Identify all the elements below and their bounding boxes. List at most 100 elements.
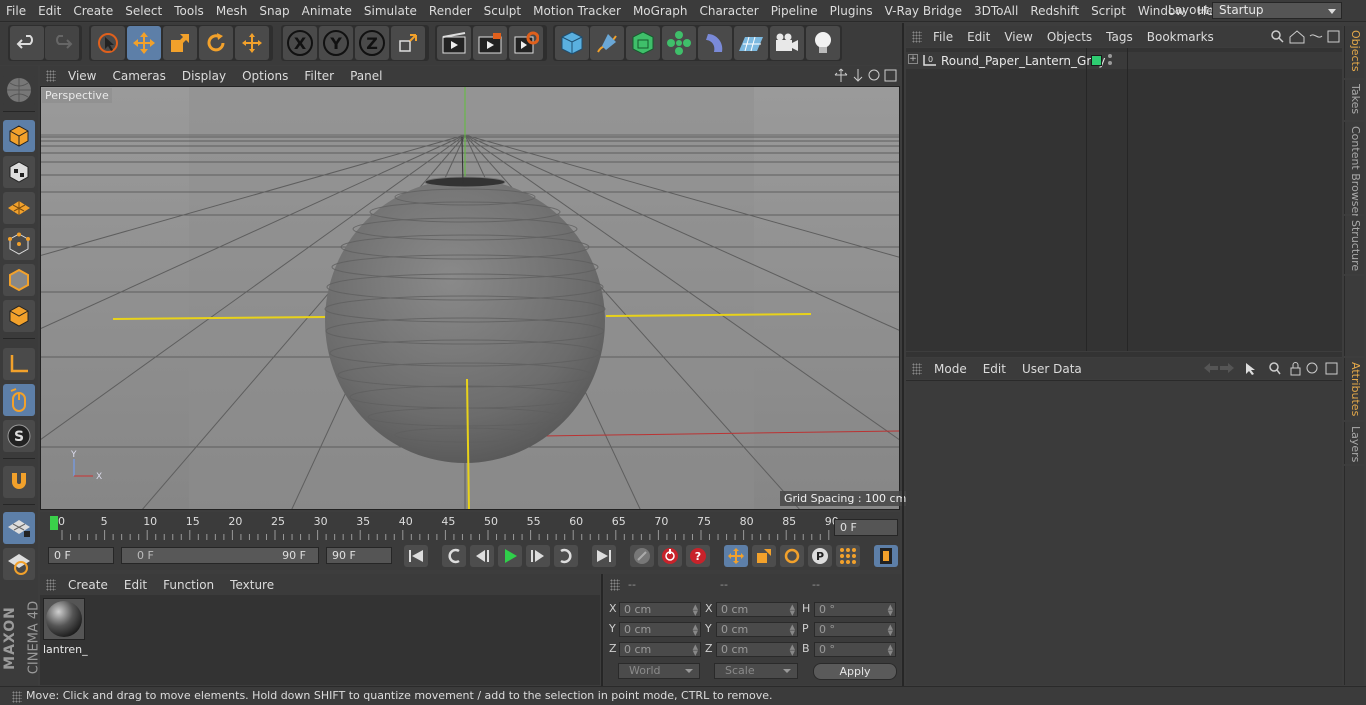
attribute-menu-user-data[interactable]: User Data (1014, 362, 1090, 376)
x-axis-button[interactable]: X (283, 26, 317, 60)
coord-field[interactable]: 0 cm ▲ ▼ (716, 642, 798, 657)
next-frame-button[interactable] (526, 545, 550, 567)
next-keyframe-button[interactable] (554, 545, 578, 567)
undo-button[interactable] (10, 26, 44, 60)
coord-field[interactable]: 0 cm ▲ ▼ (716, 602, 798, 617)
home-icon[interactable] (1289, 30, 1305, 44)
layer-color-tag[interactable] (1091, 55, 1102, 66)
workplane-lock-button[interactable] (3, 512, 35, 544)
key-pla-button[interactable] (836, 545, 860, 567)
subdivision-button[interactable] (626, 26, 660, 60)
menu-3dtoall[interactable]: 3DToAll (968, 0, 1024, 22)
material-menu-function[interactable]: Function (155, 578, 222, 592)
deformer-button[interactable] (698, 26, 732, 60)
previous-frame-button[interactable] (470, 545, 494, 567)
camera-button[interactable] (770, 26, 804, 60)
menu-script[interactable]: Script (1085, 0, 1132, 22)
search-icon[interactable] (1271, 30, 1284, 43)
viewport-menu-filter[interactable]: Filter (296, 69, 342, 83)
panel-grip[interactable] (46, 69, 56, 82)
tab-content-browser[interactable]: Content Browser (1344, 122, 1364, 218)
lantern-object[interactable] (324, 176, 606, 463)
coord-field[interactable]: 0 ° ▲ ▼ (814, 642, 896, 657)
autokey-button[interactable] (658, 545, 682, 567)
key-rotation-button[interactable] (780, 545, 804, 567)
menu-mograph[interactable]: MoGraph (627, 0, 694, 22)
menu-file[interactable]: File (0, 0, 32, 22)
attribute-menu-mode[interactable]: Mode (926, 362, 975, 376)
expand-icon[interactable]: + (908, 54, 918, 64)
rotate-tool-button[interactable] (199, 26, 233, 60)
render-settings-button[interactable] (509, 26, 543, 60)
tab-objects[interactable]: Objects (1344, 26, 1364, 78)
recent-tool-button[interactable] (235, 26, 269, 60)
go-to-start-button[interactable] (404, 545, 428, 567)
stepper-arrows-icon[interactable]: ▲ ▼ (790, 624, 795, 637)
menu-animate[interactable]: Animate (296, 0, 358, 22)
tab-attributes[interactable]: Attributes (1344, 358, 1364, 420)
object-menu-bookmarks[interactable]: Bookmarks (1140, 30, 1221, 44)
y-axis-button[interactable]: Y (319, 26, 353, 60)
light-button[interactable] (806, 26, 840, 60)
lock-icon[interactable] (1290, 362, 1301, 376)
coord-field[interactable]: 0 cm ▲ ▼ (619, 622, 701, 637)
stepper-arrows-icon[interactable]: ▲ ▼ (693, 644, 698, 657)
material-menu-create[interactable]: Create (60, 578, 116, 592)
panel-grip[interactable] (912, 30, 922, 43)
target-icon[interactable] (1306, 362, 1318, 374)
material-name[interactable]: lantren_ (43, 643, 88, 656)
object-name[interactable]: Round_Paper_Lantern_Grey (941, 54, 1105, 68)
keyframe-selection-button[interactable]: ? (686, 545, 710, 567)
attribute-menu-edit[interactable]: Edit (975, 362, 1014, 376)
new-window-icon[interactable] (1325, 362, 1338, 375)
layout-select[interactable]: Startup (1212, 2, 1342, 19)
menu-simulate[interactable]: Simulate (358, 0, 423, 22)
axis-mode-button[interactable] (3, 348, 35, 380)
snap-button[interactable] (3, 466, 35, 498)
end-frame-field[interactable]: 90 F (326, 547, 392, 564)
pan-icon[interactable] (834, 68, 848, 82)
coordinate-system-button[interactable] (391, 26, 425, 60)
stepper-arrows-icon[interactable]: ▲ ▼ (888, 604, 893, 617)
coord-field[interactable]: 0 cm ▲ ▼ (716, 622, 798, 637)
apply-button[interactable]: Apply (813, 663, 897, 680)
quantize-button[interactable] (3, 548, 35, 580)
menu-select[interactable]: Select (119, 0, 168, 22)
maximize-icon[interactable] (884, 69, 897, 82)
object-menu-tags[interactable]: Tags (1099, 30, 1140, 44)
material-list[interactable] (40, 595, 600, 685)
zoom-icon[interactable] (853, 69, 863, 82)
key-position-button[interactable] (724, 545, 748, 567)
stepper-arrows-icon[interactable]: ▲ ▼ (693, 604, 698, 617)
coord-field[interactable]: 0 cm ▲ ▼ (619, 602, 701, 617)
perspective-viewport[interactable]: Y X (40, 86, 900, 510)
stepper-arrows-icon[interactable]: ▲ ▼ (693, 624, 698, 637)
cloner-button[interactable] (662, 26, 696, 60)
make-editable-button[interactable] (3, 74, 35, 106)
object-list[interactable] (906, 48, 1342, 351)
menu-snap[interactable]: Snap (253, 0, 295, 22)
object-menu-view[interactable]: View (997, 30, 1039, 44)
menu-motion-tracker[interactable]: Motion Tracker (527, 0, 627, 22)
viewport-nav-controls[interactable] (834, 68, 898, 83)
menu-plugins[interactable]: Plugins (824, 0, 879, 22)
render-picture-viewer-button[interactable] (473, 26, 507, 60)
panel-grip[interactable] (12, 691, 22, 703)
pen-button[interactable] (590, 26, 624, 60)
viewport-camera-label[interactable]: Perspective (42, 88, 112, 103)
cube-button[interactable] (555, 26, 589, 60)
panel-divider[interactable] (601, 574, 603, 686)
key-parameter-button[interactable]: P (808, 545, 832, 567)
search-icon[interactable] (1269, 362, 1281, 375)
menu-vray-bridge[interactable]: V-Ray Bridge (879, 0, 968, 22)
editor-visibility-dot[interactable] (1108, 54, 1112, 58)
viewport-menu-cameras[interactable]: Cameras (104, 69, 173, 83)
scale-tool-button[interactable] (163, 26, 197, 60)
menu-create[interactable]: Create (67, 0, 119, 22)
menu-edit[interactable]: Edit (32, 0, 67, 22)
points-mode-button[interactable] (3, 228, 35, 260)
stepper-arrows-icon[interactable]: ▲ ▼ (790, 604, 795, 617)
key-scale-button[interactable] (752, 545, 776, 567)
panel-grip[interactable] (46, 578, 56, 591)
stepper-arrows-icon[interactable]: ▲ ▼ (888, 644, 893, 657)
